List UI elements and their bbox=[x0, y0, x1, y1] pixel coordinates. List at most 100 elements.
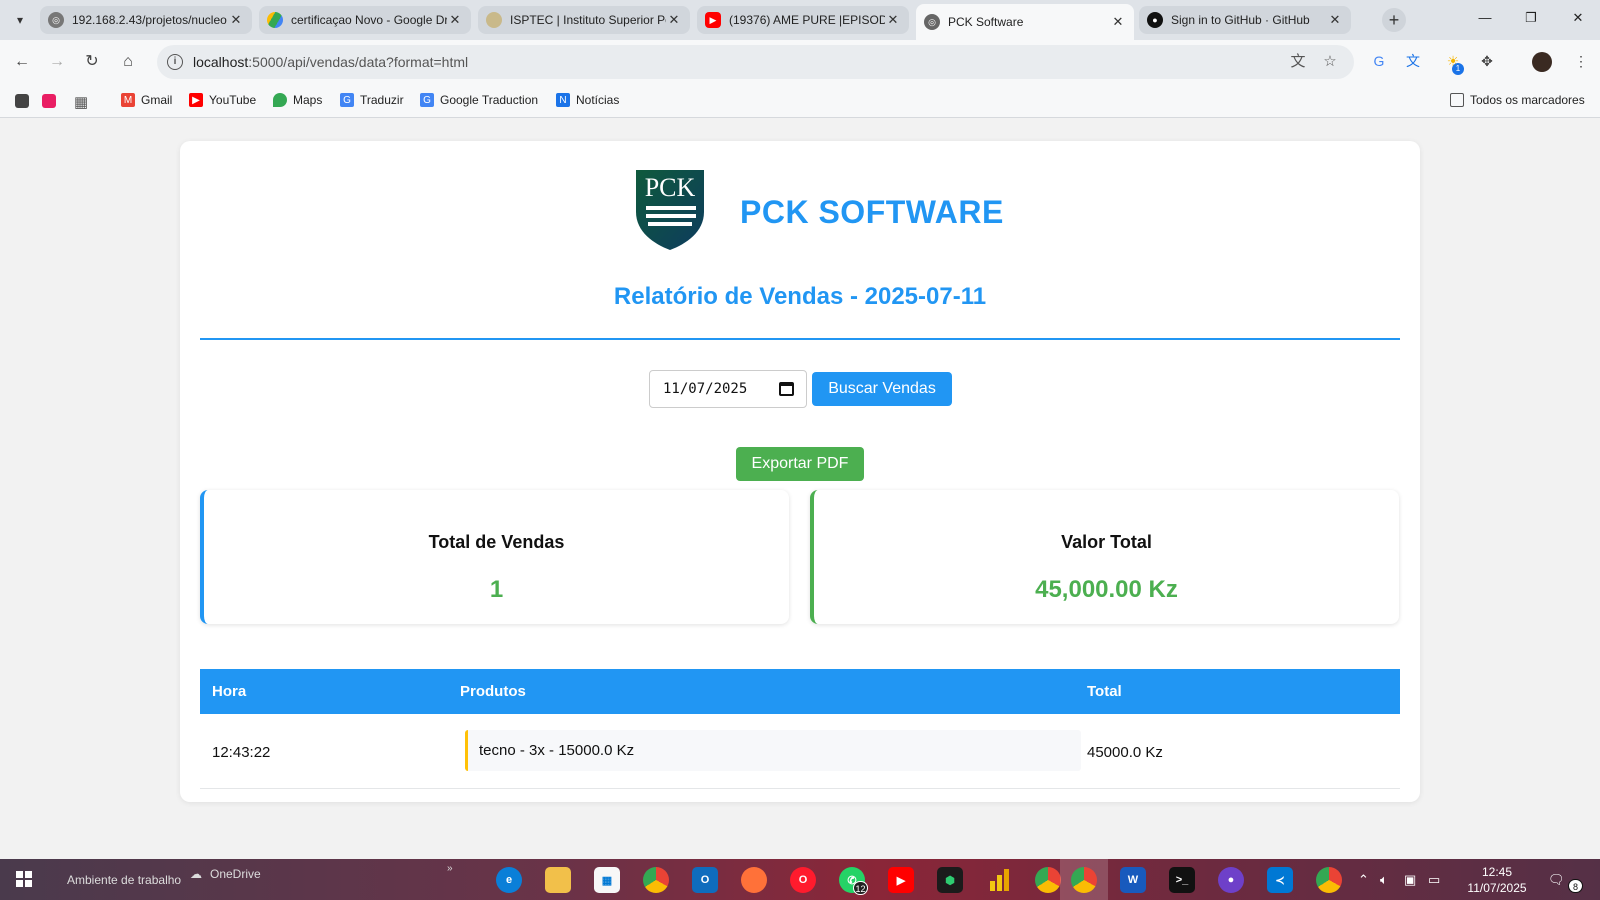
onedrive-label[interactable]: OneDrive bbox=[210, 867, 261, 881]
chrome-active-icon[interactable] bbox=[1071, 867, 1097, 893]
search-sales-button[interactable]: Buscar Vendas bbox=[812, 372, 952, 406]
youtube-app-icon[interactable]: ▶ bbox=[888, 867, 914, 893]
translate-icon[interactable]: 文 bbox=[1289, 53, 1307, 71]
tab-google-drive[interactable]: certificaçao Novo - Google Drive ✕ bbox=[259, 6, 471, 34]
close-tab-icon[interactable]: ✕ bbox=[885, 12, 901, 28]
bookmark-noticias[interactable]: N Notícias bbox=[556, 93, 619, 107]
edge-icon[interactable]: e bbox=[496, 867, 522, 893]
youtube-icon: ▶ bbox=[705, 12, 721, 28]
vscode-icon[interactable]: ≺ bbox=[1267, 867, 1293, 893]
export-pdf-button[interactable]: Exportar PDF bbox=[736, 447, 864, 481]
site-info-icon[interactable]: i bbox=[167, 54, 183, 70]
browser-menu-icon[interactable]: ⋮ bbox=[1572, 52, 1590, 70]
bookmark-label: Traduzir bbox=[360, 93, 404, 107]
url-text[interactable]: localhost:5000/api/vendas/data?format=ht… bbox=[193, 54, 468, 70]
github-icon: ● bbox=[1147, 12, 1163, 28]
tab-search-chevron-icon[interactable]: ▾ bbox=[8, 8, 32, 32]
cell-total: 45000.0 Kz bbox=[1087, 744, 1163, 761]
address-bar[interactable]: i localhost:5000/api/vendas/data?format=… bbox=[157, 45, 1354, 79]
new-tab-button[interactable]: + bbox=[1382, 8, 1406, 32]
camera-icon[interactable]: ▣ bbox=[1404, 872, 1416, 888]
youtube-icon: ▶ bbox=[189, 93, 203, 107]
security-app-icon[interactable]: ⬢ bbox=[937, 867, 963, 893]
bookmark-traduzir[interactable]: G Traduzir bbox=[340, 93, 404, 107]
total-value-card: Valor Total 45,000.00 Kz bbox=[810, 490, 1399, 624]
cell-hora: 12:43:22 bbox=[212, 744, 271, 761]
chrome-profile-icon[interactable] bbox=[1035, 867, 1061, 893]
profile-avatar[interactable] bbox=[1532, 52, 1552, 72]
workspace-label[interactable]: Ambiente de trabalho bbox=[67, 873, 181, 887]
globe-icon: ◎ bbox=[48, 12, 64, 28]
browser-tab-bar: ▾ ◎ 192.168.2.43/projetos/nucleo ✕ certi… bbox=[0, 0, 1600, 40]
minimize-icon[interactable]: — bbox=[1475, 10, 1495, 25]
tray-chevron-icon[interactable]: ⌃ bbox=[1358, 872, 1369, 888]
google-translate-extension-icon[interactable]: G bbox=[1370, 52, 1388, 70]
apps-grid-icon[interactable]: ▦ bbox=[74, 93, 88, 111]
overflow-chevron-icon[interactable]: » bbox=[447, 863, 453, 874]
microsoft-store-icon[interactable]: ▦ bbox=[594, 867, 620, 893]
extensions-puzzle-icon[interactable]: ✥ bbox=[1478, 52, 1496, 70]
header-divider bbox=[200, 338, 1400, 340]
power-bi-icon[interactable] bbox=[986, 867, 1012, 893]
onedrive-icon[interactable]: ☁ bbox=[190, 867, 202, 881]
terminal-icon[interactable]: >_ bbox=[1169, 867, 1195, 893]
notifications-icon[interactable]: 🗨︎ bbox=[1548, 872, 1565, 888]
word-icon[interactable]: W bbox=[1120, 867, 1146, 893]
restore-icon[interactable]: ❐ bbox=[1521, 10, 1541, 26]
pck-logo-icon: PCK bbox=[636, 170, 704, 250]
bookmark-label: Notícias bbox=[576, 93, 620, 107]
close-tab-icon[interactable]: ✕ bbox=[228, 12, 244, 28]
bookmark-maps[interactable]: Maps bbox=[273, 93, 322, 107]
volume-icon[interactable]: 🔈︎ bbox=[1380, 872, 1388, 888]
tab-youtube[interactable]: ▶ (19376) AME PURE |EPISODE ✕ bbox=[697, 6, 909, 34]
clock-time: 12:45 bbox=[1481, 865, 1513, 879]
file-explorer-icon[interactable] bbox=[545, 867, 571, 893]
clock-date: 11/07/2025 bbox=[1467, 881, 1527, 895]
url-path: :5000/api/vendas/data?format=html bbox=[248, 54, 469, 70]
sales-table-header: Hora Produtos Total bbox=[200, 669, 1400, 714]
chrome-icon[interactable] bbox=[643, 867, 669, 893]
bookmark-app-icon[interactable] bbox=[42, 94, 56, 108]
chrome-secondary-icon[interactable] bbox=[1316, 867, 1342, 893]
bookmark-youtube[interactable]: ▶ YouTube bbox=[189, 93, 256, 107]
tab-ip-projetos[interactable]: ◎ 192.168.2.43/projetos/nucleo ✕ bbox=[40, 6, 252, 34]
bookmark-app-icon[interactable] bbox=[15, 94, 29, 108]
bookmark-label: Google Traduction bbox=[440, 93, 539, 107]
opera-icon[interactable]: O bbox=[790, 867, 816, 893]
total-sales-label: Total de Vendas bbox=[428, 532, 565, 552]
url-host: localhost bbox=[193, 54, 249, 70]
close-window-icon[interactable]: ✕ bbox=[1568, 10, 1588, 26]
date-input[interactable]: 11/07/2025 bbox=[649, 370, 807, 408]
close-tab-icon[interactable]: ✕ bbox=[1110, 14, 1126, 30]
network-icon[interactable]: ▭ bbox=[1428, 872, 1440, 888]
bookmark-star-icon[interactable]: ☆ bbox=[1321, 53, 1339, 71]
back-icon[interactable]: ← bbox=[12, 52, 32, 72]
reload-icon[interactable]: ↻ bbox=[82, 52, 102, 72]
bookmark-google-traduction[interactable]: G Google Traduction bbox=[420, 93, 538, 107]
firefox-icon[interactable] bbox=[741, 867, 767, 893]
forward-icon[interactable]: → bbox=[47, 52, 67, 72]
github-desktop-icon[interactable]: ● bbox=[1218, 867, 1244, 893]
tab-isptec[interactable]: ISPTEC | Instituto Superior Po ✕ bbox=[478, 6, 690, 34]
tab-github[interactable]: ● Sign in to GitHub · GitHub ✕ bbox=[1139, 6, 1351, 34]
total-value-label: Valor Total bbox=[1061, 532, 1152, 552]
extension-badge: 1 bbox=[1452, 63, 1464, 75]
close-tab-icon[interactable]: ✕ bbox=[447, 12, 463, 28]
windows-start-icon[interactable] bbox=[16, 871, 33, 888]
outlook-icon[interactable]: O bbox=[692, 867, 718, 893]
home-icon[interactable]: ⌂ bbox=[118, 52, 138, 72]
system-clock[interactable]: 12:45 11/07/2025 bbox=[1462, 864, 1532, 896]
google-translate-icon: G bbox=[340, 93, 354, 107]
calendar-icon[interactable] bbox=[779, 382, 794, 396]
bookmark-gmail[interactable]: M Gmail bbox=[121, 93, 172, 107]
total-value-value: 45,000.00 Kz bbox=[1035, 576, 1178, 603]
date-value: 11/07/2025 bbox=[663, 381, 748, 397]
tab-pck-software[interactable]: ◎ PCK Software ✕ bbox=[916, 4, 1134, 40]
globe-icon: ◎ bbox=[924, 14, 940, 30]
all-bookmarks-folder[interactable]: Todos os marcadores bbox=[1450, 93, 1585, 107]
translator-extension-icon[interactable]: 文 bbox=[1404, 52, 1422, 70]
close-tab-icon[interactable]: ✕ bbox=[1327, 12, 1343, 28]
folder-icon bbox=[1450, 93, 1464, 107]
close-tab-icon[interactable]: ✕ bbox=[666, 12, 682, 28]
tab-title: (19376) AME PURE |EPISODE bbox=[729, 13, 885, 27]
